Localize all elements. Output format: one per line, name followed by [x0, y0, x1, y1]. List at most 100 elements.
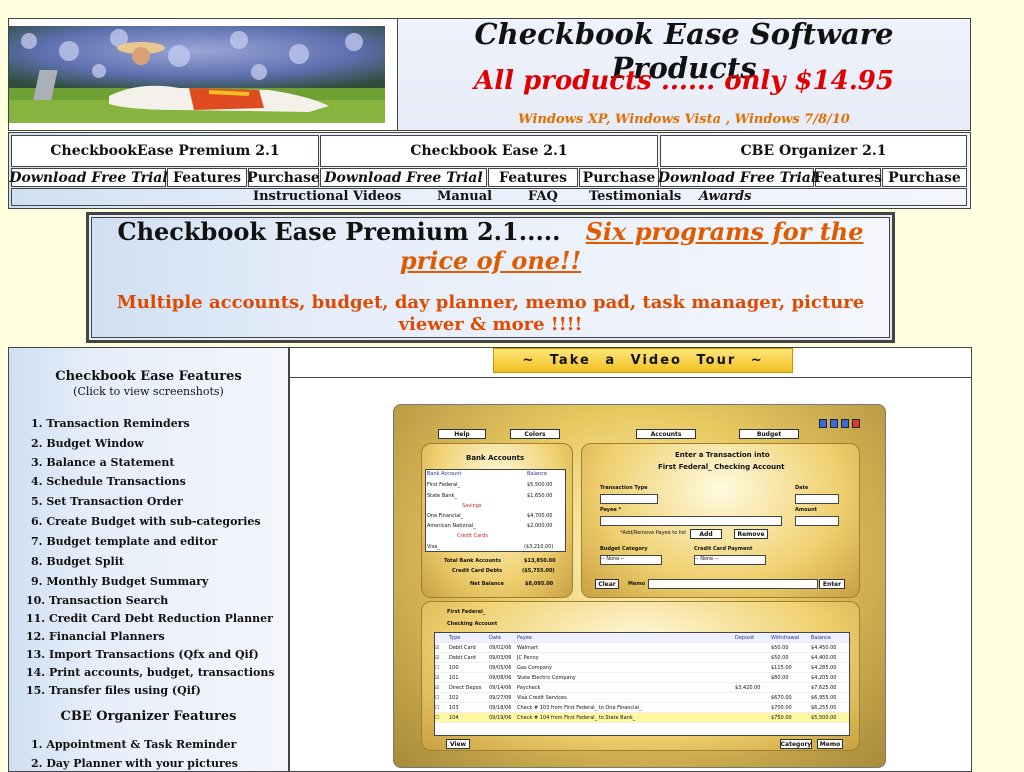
promo-description: Multiple accounts, budget, day planner, …	[116, 292, 865, 335]
cell: 09/08/06	[489, 674, 512, 681]
payee-select	[600, 516, 782, 526]
feature-link[interactable]: 15. Transfer files using (Qif)	[26, 684, 201, 697]
app-help-button: Help	[438, 429, 486, 439]
app-budget-button: Budget	[739, 429, 799, 439]
organizer-feature-link[interactable]: 1. Appointment & Task Reminder	[31, 738, 236, 751]
faq-link[interactable]: FAQ	[528, 189, 558, 204]
maximize-icon	[841, 419, 849, 428]
cell: 102	[449, 694, 459, 701]
cell: Gas Company	[517, 664, 552, 671]
cell: 101	[449, 674, 459, 681]
organizer-feature-link[interactable]: 2. Day Planner with your pictures	[31, 757, 238, 770]
cell: 09/03/06	[489, 654, 512, 661]
organizer-download-link[interactable]: Download Free Trial	[658, 168, 816, 187]
table-row: ☑ Debit Card 09/03/06 JC Penny $50.00 $4…	[435, 653, 849, 663]
feature-link[interactable]: 1. Transaction Reminders	[31, 417, 190, 430]
cell: Walmart	[517, 644, 539, 651]
cbe-download-link[interactable]: Download Free Trial	[320, 168, 487, 187]
cell: Check # 103 from First Federal_ to One F…	[517, 704, 642, 711]
memo-button: Memo	[817, 739, 843, 749]
cell: $3,420.00	[735, 684, 761, 691]
product-organizer[interactable]: CBE Organizer 2.1	[660, 135, 967, 167]
cell: $4,285.00	[811, 664, 837, 671]
help-icon	[819, 419, 827, 428]
cell: $4,450.00	[811, 644, 837, 651]
premium-purchase-link[interactable]: Purchase	[247, 168, 320, 187]
price-banner: All products ...... only $14.95	[474, 66, 894, 96]
category-button: Category	[780, 739, 812, 749]
grid-col: Payee	[517, 634, 532, 641]
table-row: ☐ 104 09/19/06 Check # 104 from First Fe…	[435, 713, 849, 723]
feature-link[interactable]: 4. Schedule Transactions	[31, 475, 186, 488]
cbe-features-link[interactable]: Features	[488, 168, 578, 187]
hero-image	[9, 26, 385, 123]
feature-link[interactable]: 8. Budget Split	[31, 555, 124, 568]
bank-accounts-title: Bank Accounts	[466, 454, 525, 462]
feature-link[interactable]: 5. Set Transaction Order	[31, 495, 183, 508]
promo-title: Checkbook Ease Premium 2.1.....	[117, 217, 561, 246]
close-icon	[852, 419, 860, 428]
cell: $750.00	[771, 714, 792, 721]
videos-link[interactable]: Instructional Videos	[253, 189, 401, 204]
feature-link[interactable]: 11. Credit Card Debt Reduction Planner	[26, 612, 273, 625]
video-tour-button[interactable]: ~ Take a Video Tour ~	[493, 348, 793, 373]
cell: $115.00	[771, 664, 792, 671]
memo-input	[648, 579, 818, 589]
total-value: ($5,755.00)	[522, 568, 555, 574]
bank-group-cards: Credit Cards	[457, 533, 488, 539]
clear-button: Clear	[595, 579, 619, 589]
testimonials-link[interactable]: Testimonials	[589, 189, 681, 204]
product-checkbook-ease[interactable]: Checkbook Ease 2.1	[320, 135, 658, 167]
enter-subtitle: First Federal_ Checking Account	[658, 463, 785, 471]
budget-category-select: -- None --	[600, 555, 662, 565]
table-row: ☐ 102 09/27/06 Visa Credit Services $670…	[435, 693, 849, 703]
total-value: $8,095.00	[525, 581, 554, 587]
features-heading: Checkbook Ease Features	[55, 369, 242, 384]
premium-download-link[interactable]: Download Free Trial	[9, 168, 168, 187]
promo-headline: Checkbook Ease Premium 2.1..... Six prog…	[92, 217, 889, 275]
total-label: Net Balance	[470, 581, 504, 587]
cell: $7,625.00	[811, 684, 837, 691]
field-label: Memo	[628, 581, 646, 587]
bank-row-name: State Bank_	[427, 493, 457, 499]
cbe-purchase-link[interactable]: Purchase	[579, 168, 659, 187]
cell: Debit Card	[449, 644, 476, 651]
tour-divider	[289, 377, 972, 378]
date-select	[795, 494, 839, 504]
feature-link[interactable]: 3. Balance a Statement	[31, 456, 174, 469]
table-row: ☐ 100 09/05/06 Gas Company $115.00 $4,28…	[435, 663, 849, 673]
cell: $670.00	[771, 694, 792, 701]
view-button: View	[446, 739, 470, 749]
os-compat: Windows XP, Windows Vista , Windows 7/8/…	[518, 112, 850, 127]
cell: 09/27/06	[489, 694, 512, 701]
cell: 09/14/06	[489, 684, 512, 691]
feature-link[interactable]: 7. Budget template and editor	[31, 535, 217, 548]
organizer-purchase-link[interactable]: Purchase	[882, 168, 967, 187]
feature-link[interactable]: 10. Transaction Search	[26, 594, 168, 607]
field-label: Credit Card Payment	[694, 546, 753, 552]
minimize-icon	[830, 419, 838, 428]
awards-link[interactable]: Awards	[699, 189, 751, 204]
feature-link[interactable]: 6. Create Budget with sub-categories	[31, 515, 261, 528]
total-value: $13,850.00	[524, 558, 556, 564]
cell: 09/05/06	[489, 664, 512, 671]
product-premium[interactable]: CheckbookEase Premium 2.1	[11, 135, 319, 167]
feature-link[interactable]: 2. Budget Window	[31, 437, 144, 450]
organizer-features-link[interactable]: Features	[814, 168, 882, 187]
cell: 100	[449, 664, 459, 671]
app-screenshot[interactable]: Help Colors Accounts Budget Bank Account…	[393, 404, 886, 768]
cell: Debit Card	[449, 654, 476, 661]
table-row: ☑ Direct Depos 09/14/06 Paycheck $3,420.…	[435, 683, 849, 693]
manual-link[interactable]: Manual	[437, 189, 492, 204]
feature-link[interactable]: 12. Financial Planners	[26, 630, 165, 643]
premium-features-link[interactable]: Features	[167, 168, 247, 187]
grid-col: Type	[449, 634, 461, 641]
feature-link[interactable]: 13. Import Transactions (Qfx and Qif)	[26, 648, 259, 661]
grid-col: Date	[489, 634, 501, 641]
field-label: Date	[795, 485, 809, 491]
grid-col: Deposit	[735, 634, 755, 641]
feature-link[interactable]: 9. Monthly Budget Summary	[31, 575, 208, 588]
table-row: ☑ 101 09/08/06 State Electric Company $8…	[435, 673, 849, 683]
total-label: Total Bank Accounts	[444, 558, 501, 564]
feature-link[interactable]: 14. Print accounts, budget, transactions	[26, 666, 275, 679]
